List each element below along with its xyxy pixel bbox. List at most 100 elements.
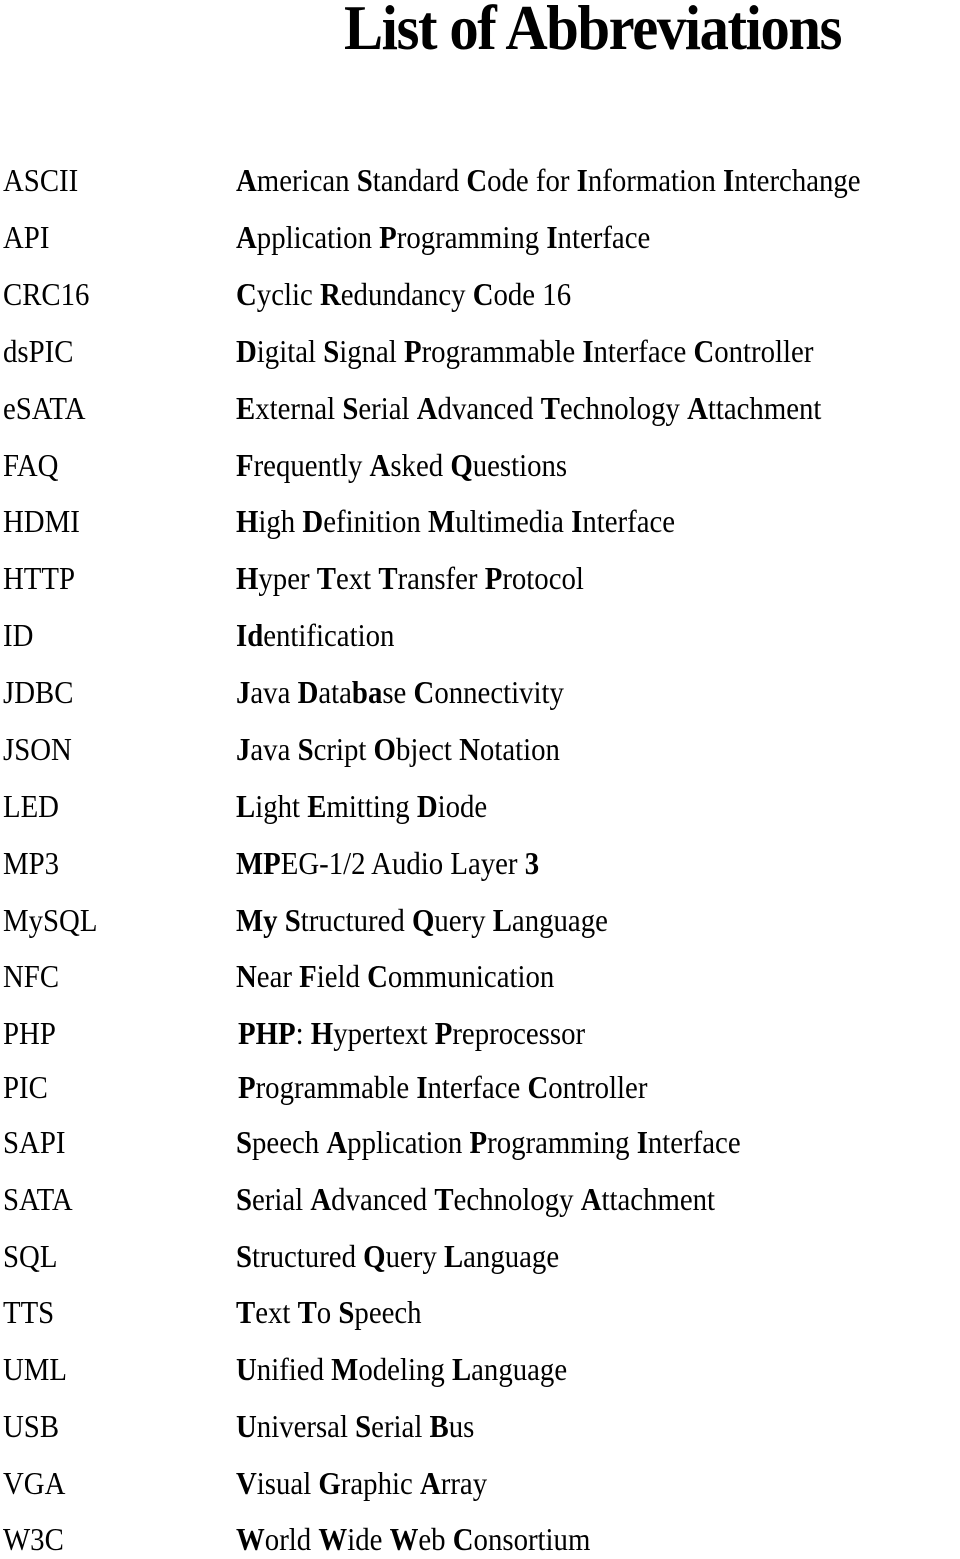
definition-word: Technology — [540, 390, 680, 426]
abbreviation-row: HDMI High Definition Multimedia Interface — [0, 501, 960, 541]
definition-word: Hypertext — [310, 1015, 428, 1051]
abbreviation-row: ASCII American Standard Code for Informat… — [0, 160, 960, 200]
definition-word: Advanced — [416, 390, 534, 426]
definition-word: Application — [236, 219, 372, 255]
abbreviation-row: FAQ Frequently Asked Questions — [0, 445, 960, 485]
definition-word: Attachment — [687, 390, 822, 426]
definition-word: Protocol — [484, 560, 584, 596]
abbreviation-definition: External Serial Advanced Technology Atta… — [236, 388, 821, 428]
abbreviation-term: SQL — [3, 1238, 58, 1274]
definition-word: Field — [299, 958, 360, 994]
definition-word: Programmable — [238, 1069, 410, 1105]
definition-word: Redundancy — [319, 276, 466, 312]
abbreviation-term: TTS — [3, 1294, 55, 1330]
definition-word: Attachment — [580, 1181, 716, 1217]
definition-word: Language — [492, 902, 608, 938]
abbreviation-term: PIC — [3, 1069, 48, 1105]
definition-word: for — [535, 162, 570, 198]
abbreviation-term: NFC — [3, 958, 60, 994]
abbreviation-definition: Java Script Object Notation — [236, 729, 560, 769]
abbreviation-term: MP3 — [3, 845, 60, 881]
abbreviation-definition: Digital Signal Programmable Interface Co… — [236, 331, 813, 371]
abbreviation-definition: Hyper Text Transfer Protocol — [236, 558, 584, 598]
definition-word: Light — [236, 788, 301, 824]
definition-word: Multimedia — [427, 503, 564, 539]
abbreviation-definition: PHP: Hypertext Preprocessor — [238, 1013, 585, 1053]
definition-word: Frequently — [236, 447, 363, 483]
definition-word: Structured — [236, 1238, 356, 1274]
definition-word: My — [236, 902, 278, 938]
abbreviation-row: UML Unified Modeling Language — [0, 1349, 960, 1389]
definition-word: Transfer — [378, 560, 478, 596]
abbreviation-row: MP3 MPEG-1/2 Audio Layer 3 — [0, 843, 960, 883]
definition-word: Structured — [284, 902, 405, 938]
definition-word: Advanced — [310, 1181, 428, 1217]
abbreviation-term: JDBC — [3, 674, 74, 710]
definition-word: Digital — [236, 333, 316, 369]
page-title: List of Abbreviations — [344, 0, 842, 63]
definition-word: Object — [373, 731, 452, 767]
abbreviation-row: PIC Programmable Interface Controller — [0, 1067, 960, 1107]
definition-word: Database — [297, 674, 407, 710]
abbreviation-row: SATA Serial Advanced Technology Attachmen… — [0, 1179, 960, 1219]
abbreviation-row: VGA Visual Graphic Array — [0, 1463, 960, 1503]
abbreviation-term: ID — [3, 617, 34, 653]
abbreviation-row: SQL Structured Query Language — [0, 1236, 960, 1276]
definition-word: Script — [297, 731, 367, 767]
abbreviation-row: TTS Text To Speech — [0, 1292, 960, 1332]
abbreviation-term: USB — [3, 1408, 60, 1444]
abbreviation-definition: Speech Application Programming Interface — [236, 1122, 741, 1162]
abbreviation-row: SAPI Speech Application Programming Inter… — [0, 1122, 960, 1162]
abbreviation-row: W3C World Wide Web Consortium — [0, 1519, 960, 1559]
abbreviation-definition: Near Field Communication — [236, 956, 554, 996]
definition-word: Interface — [582, 333, 687, 369]
definition-word: Audio — [371, 845, 444, 881]
definition-word: Java — [236, 674, 291, 710]
definition-word: 3 — [524, 845, 540, 881]
definition-word: Preprocessor — [434, 1015, 586, 1051]
abbreviation-term: MySQL — [3, 902, 98, 938]
definition-word: High — [236, 503, 296, 539]
abbreviation-definition: Visual Graphic Array — [236, 1463, 487, 1503]
abbreviation-term: JSON — [3, 731, 72, 767]
definition-word: Definition — [302, 503, 421, 539]
definition-word: Interface — [571, 503, 676, 539]
definition-word: Visual — [236, 1465, 312, 1501]
abbreviation-term: VGA — [3, 1465, 66, 1501]
abbreviation-row: ID Identification — [0, 615, 960, 655]
definition-word: Controller — [693, 333, 814, 369]
definition-word: Asked — [369, 447, 444, 483]
definition-word: Speech — [338, 1294, 422, 1330]
definition-word: Connectivity — [413, 674, 564, 710]
definition-word: Standard — [356, 162, 460, 198]
definition-word: Interchange — [723, 162, 861, 198]
definition-word: Programming — [469, 1124, 630, 1160]
definition-word: To — [297, 1294, 332, 1330]
abbreviation-definition: Identification — [236, 615, 394, 655]
definition-word: Interface — [546, 219, 651, 255]
definition-word: Serial — [342, 390, 410, 426]
definition-word: Language — [443, 1238, 560, 1274]
definition-word: Programmable — [403, 333, 576, 369]
abbreviation-row: JDBC Java Database Connectivity — [0, 672, 960, 712]
definition-word: Technology — [434, 1181, 574, 1217]
definition-word: Array — [419, 1465, 488, 1501]
definition-word: Universal — [236, 1408, 348, 1444]
definition-word: Notation — [459, 731, 560, 767]
abbreviation-definition: Programmable Interface Controller — [238, 1067, 647, 1107]
definition-word: 16 — [542, 276, 572, 312]
definition-word: Interface — [416, 1069, 521, 1105]
abbreviation-row: dsPIC Digital Signal Programmable Interfa… — [0, 331, 960, 371]
definition-word: Serial — [236, 1181, 304, 1217]
definition-word: Java — [236, 731, 291, 767]
abbreviation-term: SATA — [3, 1181, 73, 1217]
abbreviation-definition: Universal Serial Bus — [236, 1406, 474, 1446]
abbreviation-term: HDMI — [3, 503, 80, 539]
abbreviation-definition: Java Database Connectivity — [236, 672, 564, 712]
abbreviation-term: eSATA — [3, 390, 86, 426]
abbreviation-term: PHP — [3, 1015, 56, 1051]
definition-word: American — [236, 162, 350, 198]
abbreviation-term: FAQ — [3, 447, 59, 483]
definition-word: Text — [236, 1294, 291, 1330]
definition-word: Code — [466, 162, 529, 198]
